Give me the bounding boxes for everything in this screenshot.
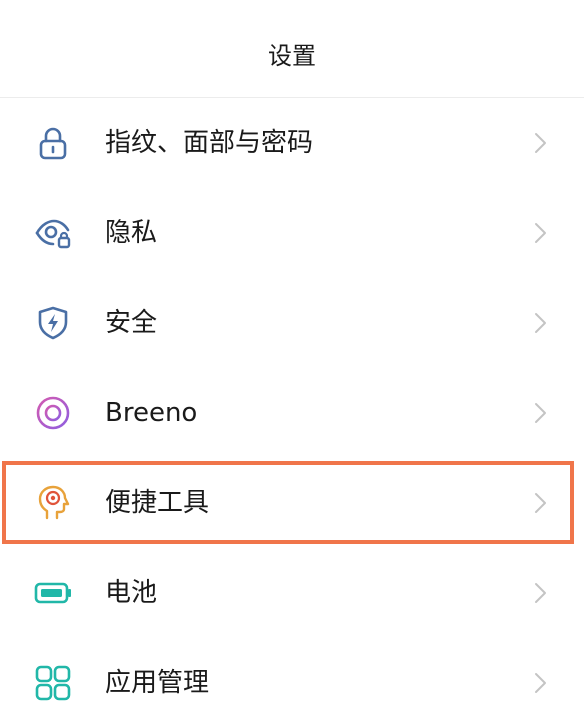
chevron-right-icon [526,489,554,517]
settings-item-label: 便捷工具 [105,488,210,518]
settings-item-label: 隐私 [105,218,158,248]
settings-item-security[interactable]: 安全 [0,278,584,368]
breeno-ring-icon [33,393,73,433]
chevron-right-icon [526,309,554,337]
settings-item-label: 应用管理 [105,668,210,698]
settings-item-breeno[interactable]: Breeno [0,368,584,458]
chevron-right-icon [526,219,554,247]
battery-icon [33,573,73,613]
settings-item-privacy[interactable]: 隐私 [0,188,584,278]
settings-item-convenience-tools[interactable]: 便捷工具 [0,458,584,548]
header-bar: 设置 [0,0,584,98]
settings-item-label: 电池 [105,578,158,608]
shield-bolt-icon [33,303,73,343]
privacy-eye-icon [33,213,73,253]
settings-item-battery[interactable]: 电池 [0,548,584,638]
chevron-right-icon [526,129,554,157]
settings-item-label: Breeno [105,398,198,428]
page-title: 设置 [268,42,316,70]
head-target-icon [33,483,73,523]
chevron-right-icon [526,579,554,607]
app-management-icon [33,663,73,703]
settings-item-label: 安全 [105,308,158,338]
settings-item-label: 指纹、面部与密码 [105,128,314,158]
chevron-right-icon [526,399,554,427]
chevron-right-icon [526,669,554,697]
lock-icon [33,123,73,163]
settings-item-fingerprint-face-password[interactable]: 指纹、面部与密码 [0,98,584,188]
settings-item-app-management[interactable]: 应用管理 [0,638,584,728]
settings-list: 指纹、面部与密码 隐私 安全 Breeno 便捷工具 电池 应用管理 [0,98,584,728]
